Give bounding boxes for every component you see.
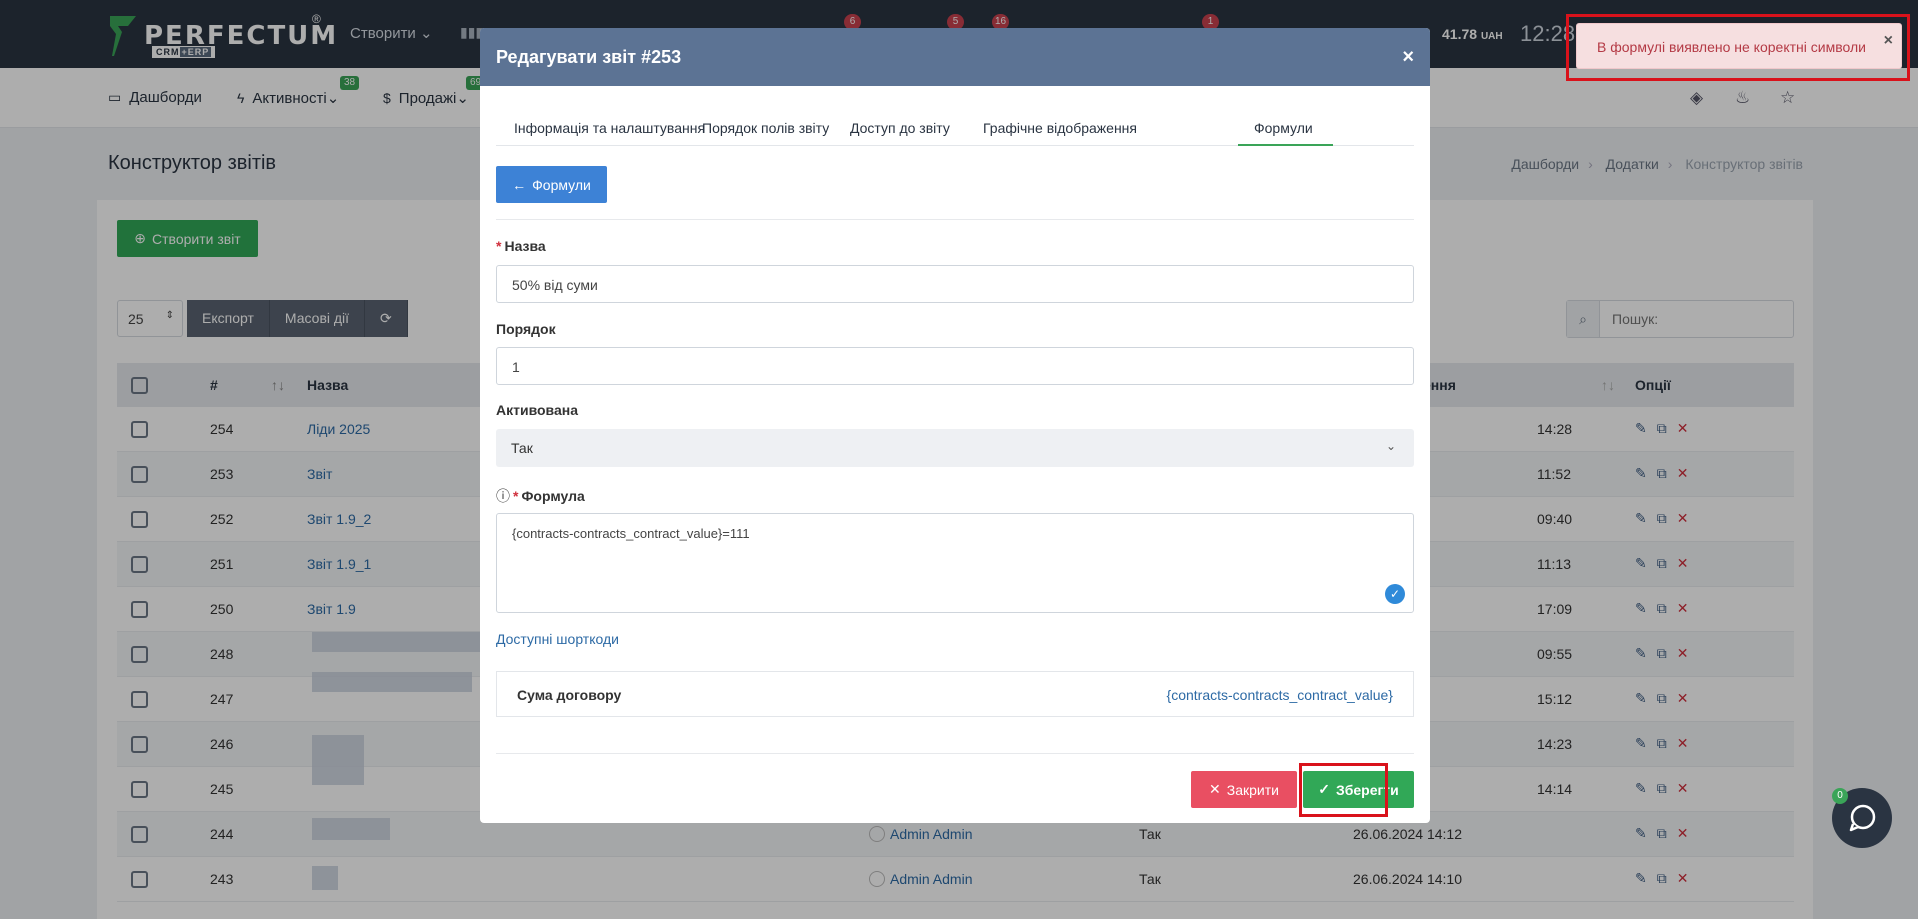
available-shortcodes-link[interactable]: Доступні шорткоди xyxy=(496,631,619,647)
active-label: Активована xyxy=(496,402,579,418)
shortcode-name: Сума договору xyxy=(517,687,622,703)
help-icon[interactable]: ⓘ xyxy=(496,488,510,504)
tab-access[interactable]: Доступ до звіту xyxy=(850,120,950,136)
arrow-left-icon: ← xyxy=(512,176,527,193)
order-input[interactable]: 1 xyxy=(496,347,1414,385)
formula-textarea[interactable]: {contracts-contracts_contract_value}=111… xyxy=(496,513,1414,613)
edit-report-modal: Редагувати звіт #253 × Інформація та нал… xyxy=(480,28,1430,823)
required-marker: * xyxy=(513,488,519,504)
formula-label-text: Формула xyxy=(521,488,585,504)
error-toast: В формулі виявлено не коректні символи × xyxy=(1576,23,1902,69)
modal-header: Редагувати звіт #253 × xyxy=(480,28,1430,86)
back-to-formulas-label: Формули xyxy=(532,176,591,193)
active-select[interactable]: Так ⌄ xyxy=(496,429,1414,467)
modal-title: Редагувати звіт #253 xyxy=(496,46,682,67)
shortcode-code[interactable]: {contracts-contracts_contract_value} xyxy=(1167,687,1393,703)
active-select-value: Так xyxy=(511,440,533,456)
divider xyxy=(496,753,1414,754)
close-icon: ✕ xyxy=(1209,781,1221,797)
divider xyxy=(496,219,1414,220)
name-label-text: Назва xyxy=(504,238,546,254)
required-marker: * xyxy=(496,238,502,254)
tab-field-order[interactable]: Порядок полів звіту xyxy=(702,120,829,136)
formula-label: ⓘ * Формула xyxy=(496,486,585,506)
shortcode-row: Сума договору {contracts-contracts_contr… xyxy=(496,671,1414,717)
close-button[interactable]: ✕ Закрити xyxy=(1191,771,1297,808)
tab-info[interactable]: Інформація та налаштування xyxy=(514,120,705,136)
name-label: * Назва xyxy=(496,238,546,254)
chevron-down-icon: ⌄ xyxy=(1385,439,1396,453)
close-icon[interactable]: × xyxy=(1402,46,1414,69)
modal-tabs: Інформація та налаштування Порядок полів… xyxy=(496,110,1414,146)
active-tab-indicator xyxy=(1238,144,1333,146)
back-to-formulas-button[interactable]: ← Формули xyxy=(496,166,607,203)
close-button-label: Закрити xyxy=(1226,781,1279,798)
tab-graphic[interactable]: Графічне відображення xyxy=(983,120,1137,136)
name-input[interactable]: 50% від суми xyxy=(496,265,1414,303)
formula-value: {contracts-contracts_contract_value}=111 xyxy=(512,526,750,541)
toast-message: В формулі виявлено не коректні символи xyxy=(1597,39,1866,55)
toast-close-icon[interactable]: × xyxy=(1884,32,1893,50)
order-label: Порядок xyxy=(496,321,556,337)
grammar-check-icon[interactable]: ✓ xyxy=(1385,584,1405,604)
tab-formulas[interactable]: Формули xyxy=(1254,120,1313,136)
chat-badge: 0 xyxy=(1832,788,1848,804)
save-button-highlight xyxy=(1299,763,1388,817)
